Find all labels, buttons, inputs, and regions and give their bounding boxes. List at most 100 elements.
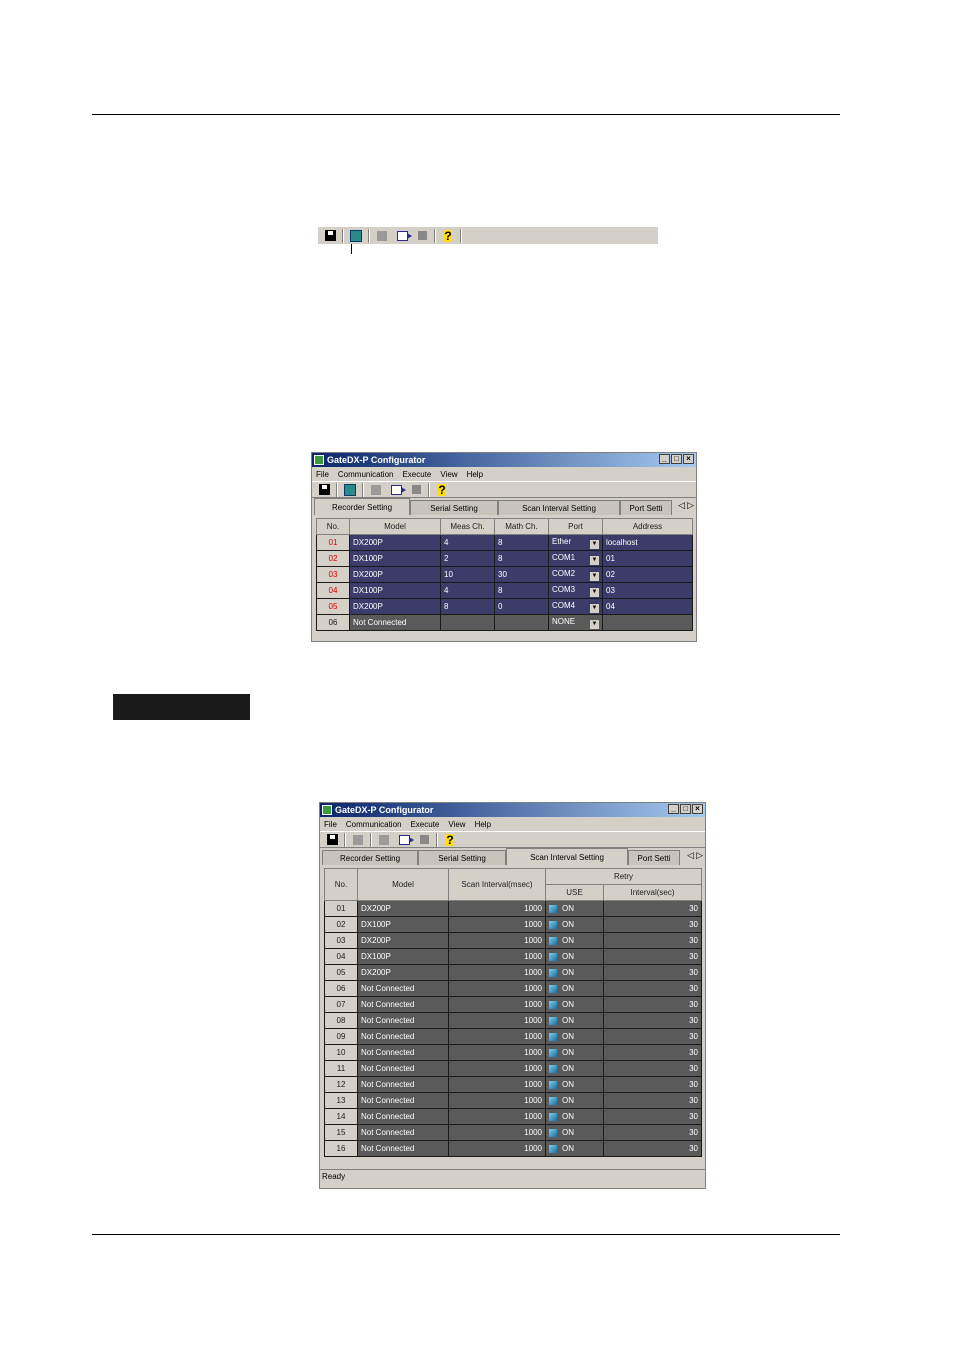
scan-interval-cell[interactable]: 1000: [448, 900, 546, 917]
port-select[interactable]: COM1 ▼: [548, 550, 603, 567]
retry-use-checkbox[interactable]: ON: [545, 916, 604, 933]
retry-use-checkbox[interactable]: ON: [545, 932, 604, 949]
address-cell[interactable]: 03: [602, 582, 693, 599]
save-button[interactable]: [324, 833, 340, 847]
dropdown-arrow-icon[interactable]: ▼: [590, 555, 599, 565]
table-row[interactable]: 05 DX200P 1000 ON 30: [324, 964, 702, 981]
model-cell[interactable]: DX100P: [349, 582, 441, 599]
checkbox-icon[interactable]: [549, 1048, 557, 1057]
table-row[interactable]: 05 DX200P 8 0 COM4 ▼ 04: [316, 598, 693, 615]
retry-use-checkbox[interactable]: ON: [545, 996, 604, 1013]
scan-interval-cell[interactable]: 1000: [448, 1060, 546, 1077]
scan-interval-cell[interactable]: 1000: [448, 1044, 546, 1061]
tab-recorder-setting[interactable]: Recorder Setting: [322, 850, 418, 865]
help-button[interactable]: ?: [440, 229, 456, 243]
scan-interval-cell[interactable]: 1000: [448, 1012, 546, 1029]
scan-interval-cell[interactable]: 1000: [448, 948, 546, 965]
menu-view[interactable]: View: [448, 820, 465, 829]
dropdown-arrow-icon[interactable]: ▼: [590, 619, 599, 629]
checkbox-icon[interactable]: [549, 1128, 557, 1137]
address-cell[interactable]: 01: [602, 550, 693, 567]
table-row[interactable]: 02 DX100P 2 8 COM1 ▼ 01: [316, 550, 693, 567]
table-row[interactable]: 13 Not Connected 1000 ON 30: [324, 1092, 702, 1109]
dropdown-arrow-icon[interactable]: ▼: [590, 603, 599, 613]
retry-interval-cell[interactable]: 30: [603, 1076, 702, 1093]
tab-serial-setting[interactable]: Serial Setting: [418, 850, 506, 865]
table-row[interactable]: 16 Not Connected 1000 ON 30: [324, 1140, 702, 1157]
port-select[interactable]: COM4 ▼: [548, 598, 603, 615]
table-row[interactable]: 10 Not Connected 1000 ON 30: [324, 1044, 702, 1061]
retry-use-checkbox[interactable]: ON: [545, 980, 604, 997]
retry-interval-cell[interactable]: 30: [603, 1092, 702, 1109]
help-button[interactable]: ?: [442, 833, 458, 847]
tab-left-icon[interactable]: ◁: [678, 500, 685, 511]
table-row[interactable]: 06 Not Connected 1000 ON 30: [324, 980, 702, 997]
menu-communication[interactable]: Communication: [346, 820, 402, 829]
table-row[interactable]: 07 Not Connected 1000 ON 30: [324, 996, 702, 1013]
checkbox-icon[interactable]: [549, 920, 557, 929]
table-row[interactable]: 15 Not Connected 1000 ON 30: [324, 1124, 702, 1141]
tab-right-icon[interactable]: ▷: [687, 500, 694, 511]
send-button[interactable]: [388, 483, 406, 497]
menu-view[interactable]: View: [440, 470, 457, 479]
menu-help[interactable]: Help: [467, 470, 483, 479]
checkbox-icon[interactable]: [549, 968, 557, 977]
retry-use-checkbox[interactable]: ON: [545, 1108, 604, 1125]
save-button[interactable]: [322, 229, 338, 243]
table-row[interactable]: 09 Not Connected 1000 ON 30: [324, 1028, 702, 1045]
menu-help[interactable]: Help: [475, 820, 491, 829]
checkbox-icon[interactable]: [549, 936, 557, 945]
math-ch-cell[interactable]: [494, 614, 549, 631]
send-button[interactable]: [396, 833, 414, 847]
retry-interval-cell[interactable]: 30: [603, 916, 702, 933]
scan-interval-cell[interactable]: 1000: [448, 1124, 546, 1141]
table-row[interactable]: 03 DX200P 1000 ON 30: [324, 932, 702, 949]
model-cell[interactable]: DX200P: [349, 566, 441, 583]
retry-use-checkbox[interactable]: ON: [545, 1060, 604, 1077]
menu-file[interactable]: File: [316, 470, 329, 479]
dropdown-arrow-icon[interactable]: ▼: [590, 539, 599, 549]
retry-interval-cell[interactable]: 30: [603, 1012, 702, 1029]
menu-communication[interactable]: Communication: [338, 470, 394, 479]
retry-interval-cell[interactable]: 30: [603, 948, 702, 965]
tab-port-setting[interactable]: Port Setti: [620, 500, 672, 515]
meas-ch-cell[interactable]: 4: [440, 582, 495, 599]
math-ch-cell[interactable]: 8: [494, 550, 549, 567]
model-cell[interactable]: DX200P: [349, 534, 441, 551]
table-row[interactable]: 01 DX200P 4 8 Ether ▼ localhost: [316, 534, 693, 551]
checkbox-icon[interactable]: [549, 1112, 557, 1121]
checkbox-icon[interactable]: [549, 1016, 557, 1025]
stop-button[interactable]: [416, 833, 432, 847]
connect-button[interactable]: [348, 229, 364, 243]
connect-button[interactable]: [342, 483, 358, 497]
help-button[interactable]: ?: [434, 483, 450, 497]
table-row[interactable]: 03 DX200P 10 30 COM2 ▼ 02: [316, 566, 693, 583]
table-row[interactable]: 12 Not Connected 1000 ON 30: [324, 1076, 702, 1093]
table-row[interactable]: 04 DX100P 4 8 COM3 ▼ 03: [316, 582, 693, 599]
retry-use-checkbox[interactable]: ON: [545, 1076, 604, 1093]
math-ch-cell[interactable]: 8: [494, 534, 549, 551]
retry-use-checkbox[interactable]: ON: [545, 900, 604, 917]
model-cell[interactable]: DX100P: [349, 550, 441, 567]
scan-interval-cell[interactable]: 1000: [448, 980, 546, 997]
connect-button[interactable]: [350, 833, 366, 847]
table-row[interactable]: 04 DX100P 1000 ON 30: [324, 948, 702, 965]
math-ch-cell[interactable]: 8: [494, 582, 549, 599]
retry-interval-cell[interactable]: 30: [603, 980, 702, 997]
meas-ch-cell[interactable]: 4: [440, 534, 495, 551]
tab-scan-interval-setting[interactable]: Scan Interval Setting: [498, 500, 620, 515]
meas-ch-cell[interactable]: [440, 614, 495, 631]
stop-button[interactable]: [408, 483, 424, 497]
close-button[interactable]: ×: [692, 804, 703, 814]
retry-interval-cell[interactable]: 30: [603, 1060, 702, 1077]
receive-button[interactable]: [376, 833, 392, 847]
retry-interval-cell[interactable]: 30: [603, 1124, 702, 1141]
send-button[interactable]: [394, 229, 412, 243]
table-row[interactable]: 14 Not Connected 1000 ON 30: [324, 1108, 702, 1125]
scan-interval-cell[interactable]: 1000: [448, 1076, 546, 1093]
scan-interval-cell[interactable]: 1000: [448, 932, 546, 949]
maximize-button[interactable]: □: [680, 804, 691, 814]
stop-button[interactable]: [414, 229, 430, 243]
retry-interval-cell[interactable]: 30: [603, 1108, 702, 1125]
tab-scan-interval-setting[interactable]: Scan Interval Setting: [506, 848, 628, 865]
